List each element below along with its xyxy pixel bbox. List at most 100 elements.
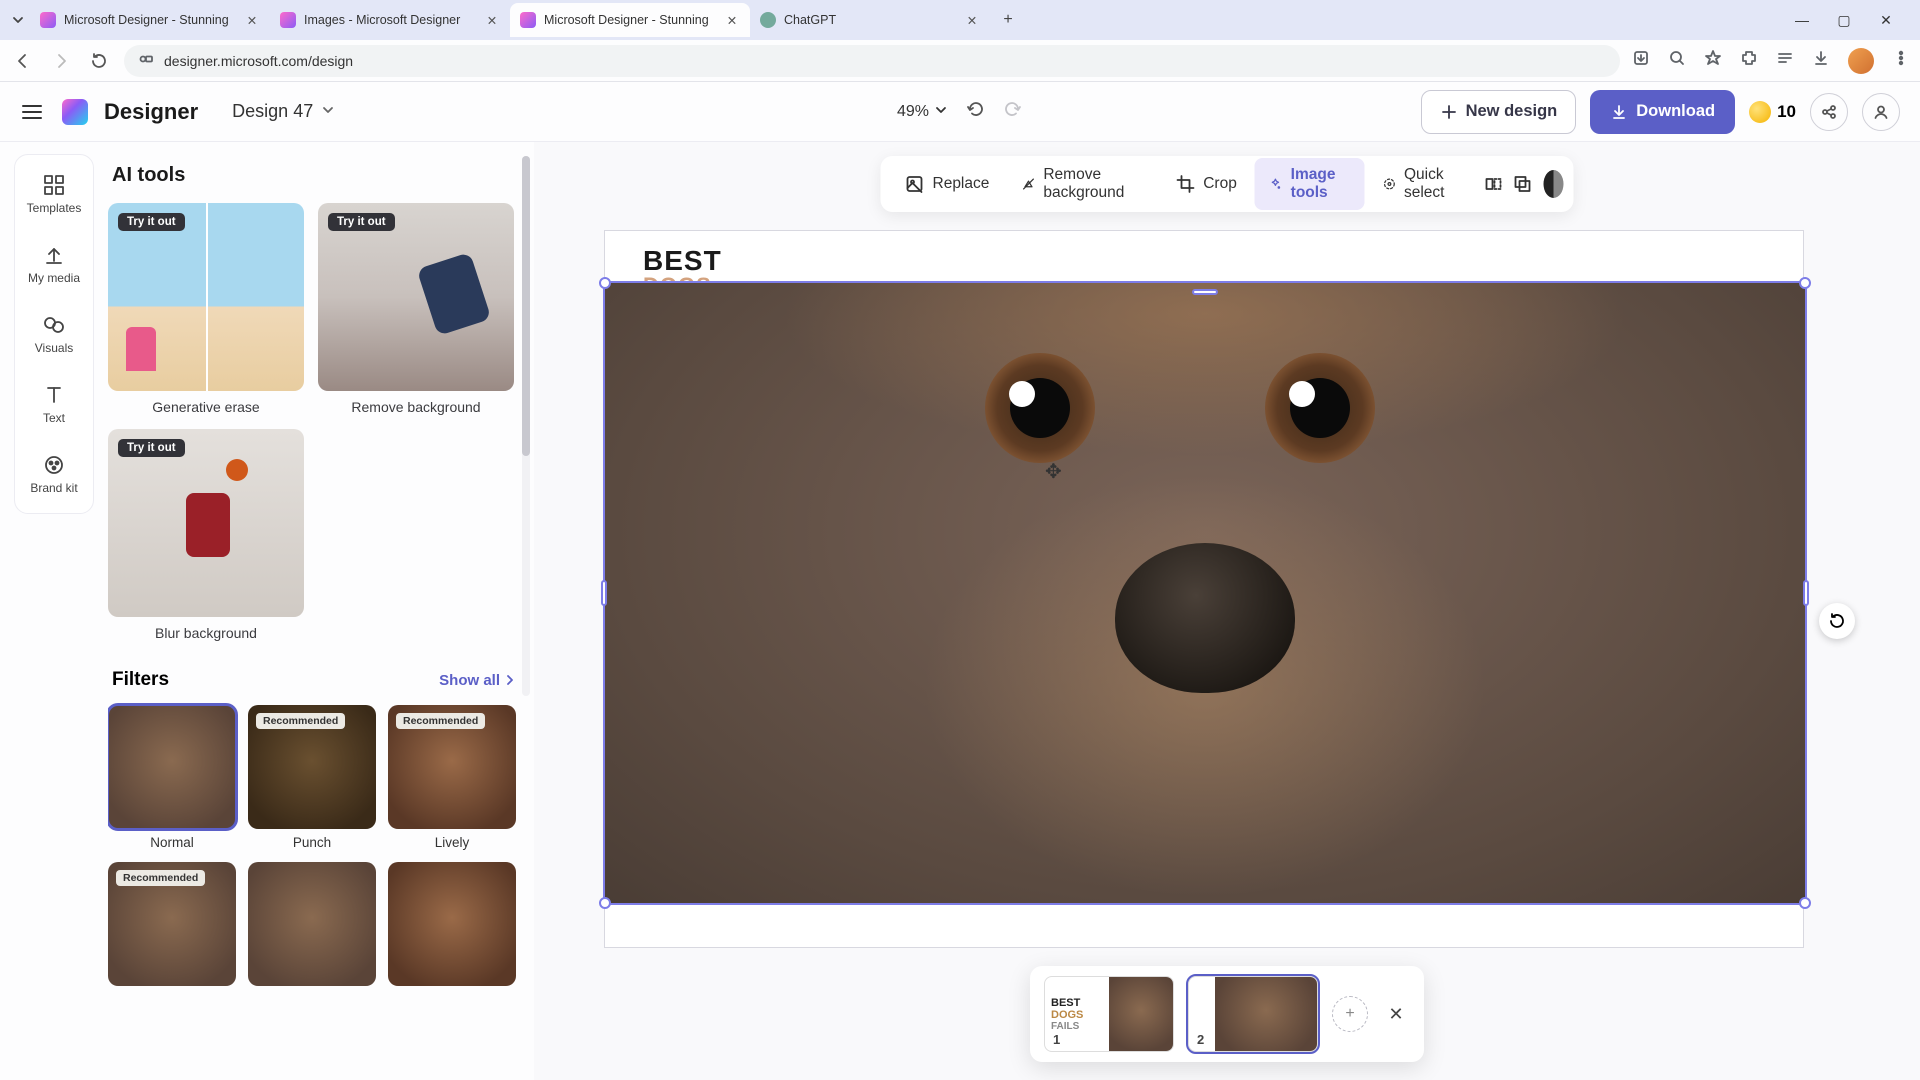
browser-tab-1[interactable]: Microsoft Designer - Stunning ✕ — [30, 3, 270, 37]
tool-label: Blur background — [108, 625, 304, 641]
document-name-dropdown[interactable]: Design 47 — [232, 101, 335, 122]
close-icon[interactable]: ✕ — [964, 12, 980, 28]
panel-scrollbar[interactable] — [522, 156, 530, 696]
undo-button[interactable] — [965, 99, 985, 124]
address-bar-actions — [1632, 48, 1910, 74]
tab-title-4: ChatGPT — [784, 13, 956, 27]
show-all-label: Show all — [439, 672, 500, 689]
browser-chrome: Microsoft Designer - Stunning ✕ Images -… — [0, 0, 1920, 82]
remove-bg-label: Remove background — [1043, 166, 1143, 202]
share-button[interactable] — [1810, 93, 1848, 131]
replace-button[interactable]: Replace — [891, 166, 1004, 202]
favicon-2 — [280, 12, 296, 28]
tool-generative-erase[interactable]: Try it out Generative erase — [108, 203, 304, 415]
filters-heading: Filters — [112, 669, 169, 691]
filter-normal[interactable]: Normal — [108, 705, 236, 850]
rotate-handle[interactable] — [1819, 603, 1855, 639]
recommended-badge: Recommended — [116, 870, 205, 886]
new-design-button[interactable]: New design — [1421, 90, 1577, 134]
canvas-frame[interactable]: BEST DOGS FAILS — [604, 230, 1804, 948]
browser-tab-3[interactable]: Microsoft Designer - Stunning ✕ — [510, 3, 750, 37]
show-all-link[interactable]: Show all — [439, 672, 516, 689]
remove-background-button[interactable]: Remove background — [1007, 158, 1157, 210]
crop-button[interactable]: Crop — [1161, 166, 1251, 202]
chevron-down-icon — [321, 101, 335, 122]
page-thumb-2[interactable]: 2 — [1188, 976, 1318, 1052]
close-icon[interactable]: ✕ — [244, 12, 260, 28]
rail-label: Visuals — [35, 341, 73, 355]
main-area: Templates My media Visuals Text Brand ki… — [0, 142, 1920, 1080]
filter-label: Punch — [248, 835, 376, 850]
new-tab-button[interactable]: + — [994, 6, 1022, 34]
install-app-icon[interactable] — [1632, 49, 1650, 72]
rail-label: Text — [43, 411, 65, 425]
browser-tab-4[interactable]: ChatGPT ✕ — [750, 3, 990, 37]
download-button[interactable]: Download — [1590, 90, 1735, 134]
close-window-icon[interactable]: ✕ — [1876, 12, 1896, 29]
reading-list-icon[interactable] — [1776, 49, 1794, 72]
download-label: Download — [1636, 102, 1715, 121]
extensions-icon[interactable] — [1740, 49, 1758, 72]
site-info-icon[interactable] — [138, 51, 154, 70]
rail-my-media[interactable]: My media — [21, 237, 87, 291]
account-button[interactable] — [1862, 93, 1900, 131]
close-icon[interactable]: ✕ — [724, 12, 740, 28]
designer-logo-icon — [62, 99, 88, 125]
header-right: New design Download 10 — [1421, 90, 1900, 134]
chrome-menu-icon[interactable] — [1892, 49, 1910, 72]
filter-lively[interactable]: Recommended Lively — [388, 705, 516, 850]
filter-label: Lively — [388, 835, 516, 850]
menu-button[interactable] — [18, 98, 46, 126]
add-page-button[interactable]: + — [1332, 996, 1368, 1032]
tool-blur-background[interactable]: Try it out Blur background — [108, 429, 304, 641]
filter-row2-3[interactable] — [388, 862, 516, 986]
credits-badge[interactable]: 10 — [1749, 101, 1796, 123]
page-thumb-1[interactable]: BEST DOGS FAILS 1 — [1044, 976, 1174, 1052]
tool-remove-background[interactable]: Try it out Remove background — [318, 203, 514, 415]
crop-label: Crop — [1203, 175, 1237, 193]
filter-row2-2[interactable] — [248, 862, 376, 986]
close-icon[interactable]: ✕ — [484, 12, 500, 28]
rail-label: My media — [28, 271, 80, 285]
address-bar-row: designer.microsoft.com/design — [0, 40, 1920, 82]
canvas-area[interactable]: Replace Remove background Crop Image too… — [534, 142, 1920, 1080]
left-rail: Templates My media Visuals Text Brand ki… — [14, 154, 94, 514]
forward-button[interactable] — [48, 48, 74, 74]
redo-button[interactable] — [1003, 99, 1023, 124]
quick-select-button[interactable]: Quick select — [1368, 158, 1476, 210]
browser-tab-2[interactable]: Images - Microsoft Designer ✕ — [270, 3, 510, 37]
back-button[interactable] — [10, 48, 36, 74]
color-button[interactable] — [1544, 170, 1564, 198]
rail-visuals[interactable]: Visuals — [21, 307, 87, 361]
tab-strip: Microsoft Designer - Stunning ✕ Images -… — [0, 0, 1920, 40]
filter-punch[interactable]: Recommended Punch — [248, 705, 376, 850]
close-pages-bar[interactable]: ✕ — [1382, 1000, 1410, 1028]
move-cursor-icon: ✥ — [1045, 459, 1062, 484]
address-bar[interactable]: designer.microsoft.com/design — [124, 45, 1620, 77]
flip-button[interactable] — [1480, 166, 1506, 202]
bookmark-icon[interactable] — [1704, 49, 1722, 72]
maximize-icon[interactable]: ▢ — [1834, 12, 1854, 29]
zoom-value: 49% — [897, 103, 929, 121]
quick-select-label: Quick select — [1404, 166, 1462, 202]
rail-brand-kit[interactable]: Brand kit — [21, 447, 87, 501]
ai-tools-heading: AI tools — [112, 164, 520, 187]
zoom-icon[interactable] — [1668, 49, 1686, 72]
minimize-icon[interactable]: — — [1792, 12, 1812, 29]
zoom-dropdown[interactable]: 49% — [897, 103, 947, 121]
image-tools-button[interactable]: Image tools — [1255, 158, 1364, 210]
rail-text[interactable]: Text — [21, 377, 87, 431]
selected-image[interactable] — [605, 283, 1805, 903]
layers-button[interactable] — [1510, 166, 1536, 202]
window-controls: — ▢ ✕ — [1792, 12, 1914, 29]
filter-label: Normal — [108, 835, 236, 850]
filter-row2-1[interactable]: Recommended — [108, 862, 236, 986]
tab-search-dropdown[interactable] — [6, 8, 30, 32]
profile-avatar[interactable] — [1848, 48, 1874, 74]
tab-title-3: Microsoft Designer - Stunning — [544, 13, 716, 27]
tool-label: Remove background — [318, 399, 514, 415]
rail-templates[interactable]: Templates — [21, 167, 87, 221]
downloads-icon[interactable] — [1812, 49, 1830, 72]
reload-button[interactable] — [86, 48, 112, 74]
image-tools-label: Image tools — [1291, 166, 1351, 202]
